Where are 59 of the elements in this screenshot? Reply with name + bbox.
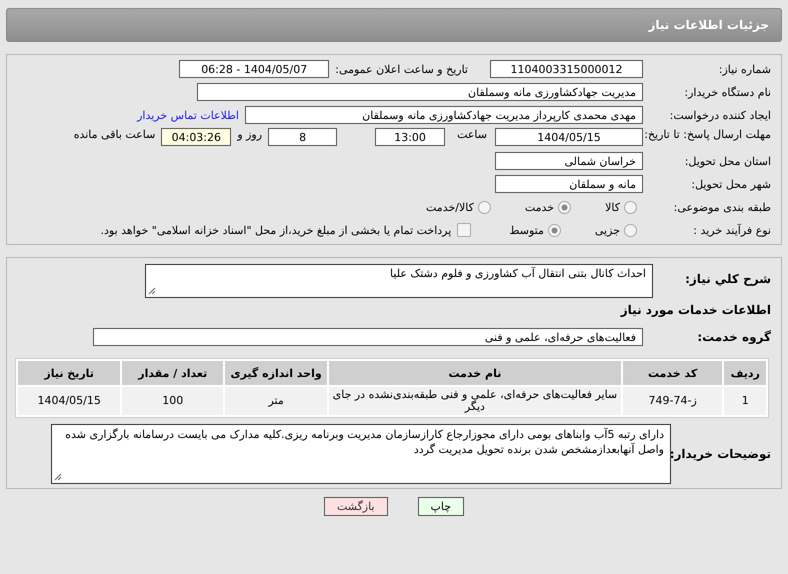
announce-date-field: 1404/05/07 - 06:28 — [179, 60, 330, 78]
checkbox[interactable] — [457, 223, 472, 237]
field-label: شرح کلي نیاز: — [684, 271, 771, 286]
field-label: ساعت — [457, 128, 487, 141]
field-label: روز و — [237, 128, 262, 141]
city-field: مانه و سملقان — [495, 175, 643, 193]
radio-button[interactable] — [548, 224, 561, 236]
deadline-date-field: 1404/05/15 — [495, 128, 643, 146]
radio-button[interactable] — [558, 200, 572, 214]
column-header: تعداد / مقدار — [122, 361, 224, 385]
column-header: ردیف — [724, 361, 766, 385]
field-label: نام دستگاه خریدار: — [683, 86, 771, 98]
field-label: گروه خدمت: — [696, 330, 771, 344]
field-label: تاریخ و ساعت اعلان عمومی: — [335, 62, 468, 76]
service-group-field: فعالیت‌های حرفه‌ای، علمی و فنی — [93, 328, 643, 346]
field-label: نوع فرآیند خرید : — [692, 224, 771, 236]
column-header: کد خدمت — [622, 361, 722, 385]
province-field: خراسان شمالی — [495, 152, 643, 170]
field-label: توضیحات خریدار: — [671, 447, 771, 461]
table-cell: 1404/05/15 — [18, 387, 120, 415]
field-label: استان محل تحویل: — [684, 154, 771, 168]
need-number-field: 1104003315000012 — [490, 60, 643, 78]
print-button[interactable]: چاپ — [418, 497, 464, 516]
field-label: ساعت باقی مانده — [74, 128, 156, 141]
field-label: شهر محل تحویل: — [690, 178, 771, 190]
table-cell: ز-74-749 — [622, 387, 722, 415]
table-cell: 100 — [122, 387, 224, 415]
field-label: مهلت ارسال پاسخ: تا تاریخ: — [643, 128, 771, 142]
column-header: واحد اندازه گیری — [225, 361, 327, 385]
radio-button[interactable] — [624, 200, 637, 214]
column-header: نام خدمت — [329, 361, 621, 385]
deadline-time-field: 13:00 — [375, 128, 446, 146]
days-field: 8 — [268, 128, 338, 146]
radio-label: متوسط — [509, 224, 544, 236]
field-label: طبقه بندی موضوعی: — [672, 200, 771, 214]
requester-field: مهدی محمدی کارپرداز مدیریت جهادکشاورزی مانه وسملقان — [245, 106, 643, 124]
resize-grip-icon[interactable] — [148, 287, 156, 295]
buyer-notes-field: دارای رتبه 5آب وابناهای بومی دارای مجوزارجاع کارازسازمان مدیریت وبرنامه ریزی.کلیه مدارک می بایست درسامانه بارگزاری شده واصل آنهابعدازمشخص شدن برنده تحویل مدیریت گردد — [51, 424, 671, 484]
back-button[interactable]: بازگشت — [324, 497, 388, 516]
radio-label: کالا/خدمت — [426, 200, 474, 214]
radio-button[interactable] — [478, 200, 491, 214]
column-header: تاریخ نیاز — [18, 361, 120, 385]
table-cell: متر — [225, 387, 327, 415]
checkbox-label: پرداخت تمام یا بخشی از مبلغ خرید،از محل "اسناد خزانه اسلامی" خواهد بود. — [100, 224, 452, 236]
radio-label: جزیی — [594, 224, 620, 236]
table-cell: 1 — [724, 387, 766, 415]
buyer-org-field: مدیریت جهادکشاورزی مانه وسملقان — [197, 83, 643, 101]
radio-button[interactable] — [624, 224, 637, 236]
resize-grip-icon[interactable] — [54, 473, 62, 481]
radio-label: خدمت — [524, 200, 554, 214]
remaining-time-field: 04:03:26 — [161, 128, 232, 146]
page-title: جزئیات اطلاعات نیاز — [648, 18, 769, 32]
description-field: احداث کانال بتنی انتقال آب کشاورزی و فلوم دشتک علیا — [145, 264, 653, 298]
contact-link[interactable]: اطلاعات تماس خریدار — [137, 108, 239, 122]
field-label: ایجاد کننده درخواست: — [668, 108, 771, 122]
section-title: اطلاعات خدمات مورد نیاز — [619, 303, 771, 317]
radio-label: کالا — [605, 200, 620, 214]
table-cell: سایر فعالیت‌های حرفه‌ای، علمی و فنی طبقه‌بندی‌نشده در جای دیگر — [329, 387, 621, 415]
field-label: شماره نیاز: — [718, 62, 771, 76]
